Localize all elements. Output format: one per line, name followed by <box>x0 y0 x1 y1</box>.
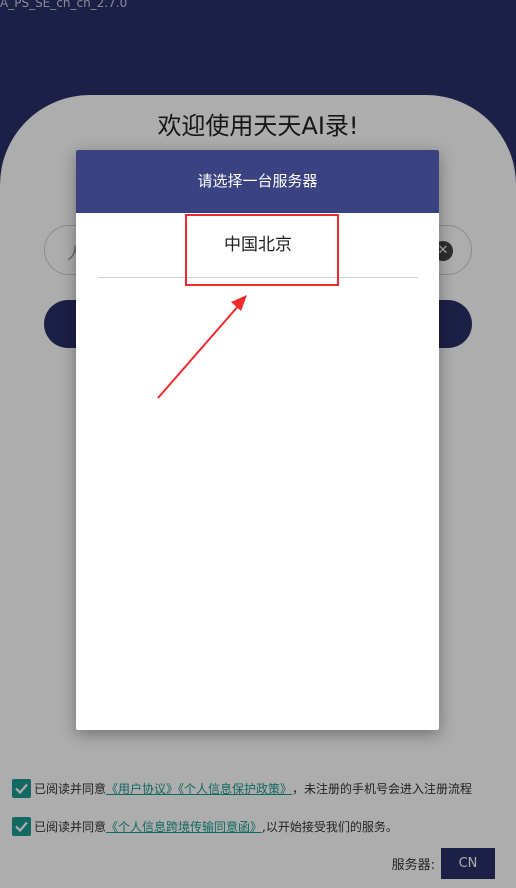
annotation-arrow-icon <box>157 295 247 399</box>
